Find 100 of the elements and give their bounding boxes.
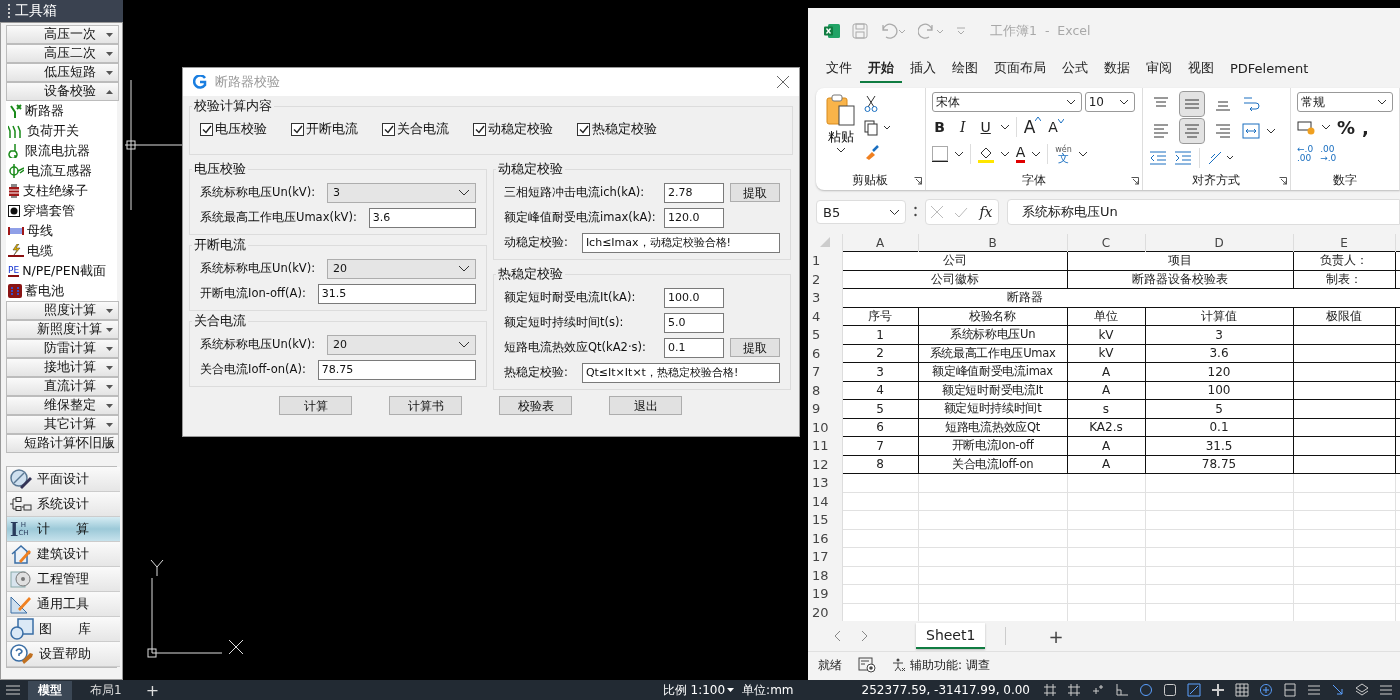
row-header[interactable]: 12 (808, 455, 842, 474)
row-header[interactable]: 20 (808, 603, 842, 621)
ribbon-tab[interactable]: 页面布局 (986, 55, 1054, 83)
next-sheet-icon[interactable] (861, 630, 868, 642)
section-header[interactable]: 直流计算 (6, 377, 119, 396)
checkbox[interactable] (382, 123, 395, 136)
module-button[interactable]: 图 库 (7, 617, 120, 642)
input-field[interactable]: 120.0 (664, 207, 724, 228)
module-button[interactable]: 系统设计 (7, 492, 120, 517)
ribbon-tab[interactable]: 视图 (1180, 55, 1222, 83)
grow-font-button[interactable]: A (1023, 117, 1042, 137)
column-header[interactable]: B (918, 234, 1067, 252)
ribbon-tab[interactable]: 审阅 (1138, 55, 1180, 83)
module-button[interactable]: 平面设计 (7, 467, 120, 492)
section-header[interactable]: 设备校验 (6, 82, 119, 101)
section-header[interactable]: 高压一次 (6, 25, 119, 44)
toolbox-item[interactable]: 断路器 (6, 101, 117, 121)
column-header[interactable]: D (1145, 234, 1293, 252)
ribbon-tab[interactable]: 数据 (1096, 55, 1138, 83)
toolbox-item[interactable]: 限流电抗器 (6, 141, 117, 161)
ribbon-tab[interactable]: 文件 (818, 55, 860, 83)
section-header[interactable]: 维保整定 (6, 396, 119, 415)
number-format-field[interactable]: 常规 (1297, 92, 1393, 112)
iso-icon[interactable] (1187, 683, 1201, 697)
toolbox-item[interactable]: PE N/PE/PEN截面 (6, 261, 117, 281)
checkbox-option[interactable]: 开断电流 (291, 121, 358, 138)
row-header[interactable]: 10 (808, 418, 842, 437)
corner-icon[interactable] (1115, 683, 1129, 697)
row-header[interactable]: 8 (808, 381, 842, 400)
input-field[interactable]: 5.0 (664, 312, 724, 333)
module-button[interactable]: 建筑设计 (7, 542, 120, 567)
polar-icon[interactable] (1139, 683, 1153, 697)
add-sheet-button[interactable]: + (1048, 625, 1064, 647)
lines-icon[interactable] (1379, 683, 1393, 697)
dialog-launcher-icon[interactable] (1279, 177, 1287, 185)
extract-button[interactable]: 提取 (730, 338, 780, 357)
accessibility-status[interactable]: 辅助功能: 调查 (892, 656, 990, 674)
section-header[interactable]: 低压短路 (6, 63, 119, 82)
checkbox-option[interactable]: 热稳定校验 (577, 121, 657, 138)
dropdown-field[interactable]: 20 (327, 258, 476, 279)
row-header[interactable]: 4 (808, 307, 842, 326)
layout-tab[interactable]: 布局1 (80, 680, 132, 700)
section-header[interactable]: 其它计算 (6, 415, 119, 434)
column-header[interactable]: C (1067, 234, 1145, 252)
ribbon-tab[interactable]: PDFelement (1222, 56, 1317, 82)
module-button[interactable]: 工程管理 (7, 567, 120, 592)
phonetic-button[interactable]: wén 文 (1055, 145, 1072, 163)
dialog-launcher-icon[interactable] (1130, 177, 1139, 185)
column-header[interactable]: A (842, 234, 918, 252)
border-icon[interactable] (931, 146, 948, 162)
target-icon[interactable] (1259, 683, 1273, 697)
dropdown-field[interactable]: 3 (327, 182, 476, 203)
pointer-icon[interactable] (1331, 683, 1345, 697)
decimal-button[interactable]: .00 →.0 (1320, 145, 1337, 163)
fill-bucket-icon[interactable] (977, 145, 994, 163)
dialog-launcher-icon[interactable] (913, 177, 922, 185)
format-toggle[interactable]: I (954, 119, 971, 135)
section-header[interactable]: 接地计算 (6, 358, 119, 377)
input-field[interactable]: 3.6 (368, 207, 476, 228)
formula-field[interactable]: 系统标称电压Un (1007, 199, 1400, 225)
font-name-field[interactable]: 宋体 (931, 92, 1082, 112)
square-icon[interactable] (1163, 683, 1177, 697)
section-header[interactable]: 照度计算 (6, 301, 119, 320)
merge-cells-icon[interactable] (1241, 123, 1260, 139)
dialog-button[interactable]: 计算 (279, 396, 352, 415)
input-field[interactable]: 0.1 (664, 337, 724, 358)
horizontal-align-icon[interactable] (1179, 119, 1204, 143)
more-icon[interactable] (914, 206, 917, 218)
ribbon-tab[interactable]: 绘图 (944, 55, 986, 83)
ribbon-tab[interactable]: 公式 (1054, 55, 1096, 83)
number-style-button[interactable]: % (1337, 116, 1356, 138)
indent-icon[interactable] (1173, 151, 1192, 165)
scale-control[interactable]: 比例 1:100 (662, 681, 735, 699)
macro-record-icon[interactable] (858, 657, 876, 673)
decimal-button[interactable]: ←.0 .00 (1297, 145, 1314, 163)
cross-icon[interactable] (1211, 683, 1225, 697)
paste-button[interactable]: 粘贴 (822, 92, 860, 172)
input-field[interactable]: 2.78 (664, 182, 724, 203)
previous-sheet-icon[interactable] (834, 630, 841, 642)
toolbox-item[interactable]: 电流互感器 (6, 161, 117, 181)
section-header[interactable]: 高压二次 (6, 44, 119, 63)
row-header[interactable]: 18 (808, 566, 842, 585)
format-toggle[interactable]: B (931, 119, 948, 135)
vertical-align-icon[interactable] (1179, 92, 1204, 116)
extract-button[interactable]: 提取 (730, 183, 780, 202)
row-header[interactable]: 6 (808, 344, 842, 363)
toolbox-item[interactable]: 负荷开关 (6, 121, 117, 141)
dialog-button[interactable]: 退出 (609, 396, 682, 415)
font-color-button[interactable]: A (1015, 145, 1026, 163)
module-button[interactable]: 通用工具 (7, 592, 120, 617)
grid-icon[interactable] (1043, 683, 1057, 697)
panel-icon[interactable] (1283, 683, 1297, 697)
format-toggle[interactable]: U (977, 119, 994, 135)
menu-icon[interactable] (6, 685, 20, 695)
input-field[interactable]: 100.0 (664, 287, 724, 308)
toolbox-item[interactable]: 穿墙套管 (6, 201, 117, 221)
toolbox-item[interactable]: 支柱绝缘子 (6, 181, 117, 201)
format-brush-icon[interactable] (864, 144, 880, 160)
layers-icon[interactable] (1355, 683, 1369, 697)
name-box[interactable]: B5 (816, 200, 906, 224)
